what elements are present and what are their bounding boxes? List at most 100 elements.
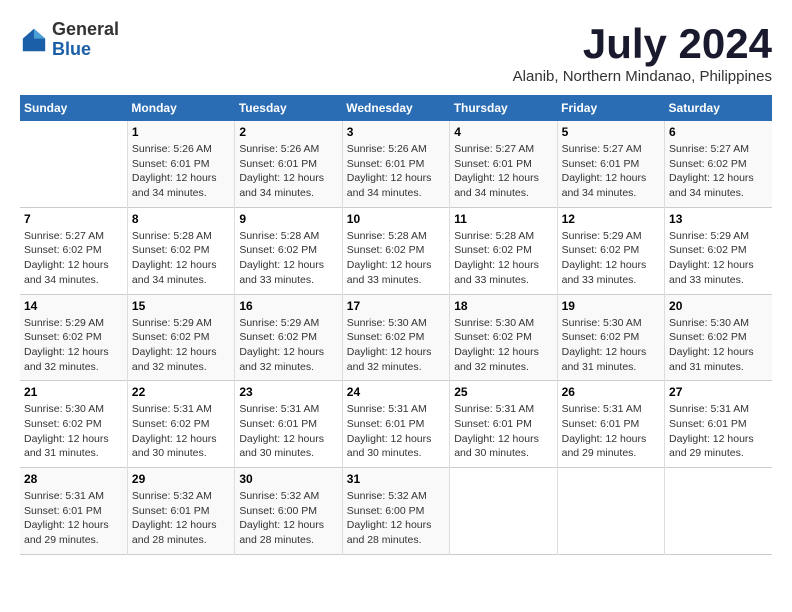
- day-info: Sunrise: 5:30 AM Sunset: 6:02 PM Dayligh…: [562, 316, 660, 375]
- day-info: Sunrise: 5:29 AM Sunset: 6:02 PM Dayligh…: [239, 316, 337, 375]
- day-info: Sunrise: 5:26 AM Sunset: 6:01 PM Dayligh…: [347, 142, 445, 201]
- calendar-cell: 24 Sunrise: 5:31 AM Sunset: 6:01 PM Dayl…: [342, 381, 449, 468]
- logo-icon: [20, 26, 48, 54]
- calendar-cell: [665, 468, 772, 555]
- day-number: 2: [239, 125, 337, 139]
- calendar-cell: 22 Sunrise: 5:31 AM Sunset: 6:02 PM Dayl…: [127, 381, 234, 468]
- header-row: Sunday Monday Tuesday Wednesday Thursday…: [20, 95, 772, 121]
- calendar-cell: 10 Sunrise: 5:28 AM Sunset: 6:02 PM Dayl…: [342, 207, 449, 294]
- calendar-week-2: 7 Sunrise: 5:27 AM Sunset: 6:02 PM Dayli…: [20, 207, 772, 294]
- logo: General Blue: [20, 20, 119, 60]
- col-friday: Friday: [557, 95, 664, 121]
- day-number: 30: [239, 472, 337, 486]
- calendar-cell: [20, 121, 127, 207]
- day-info: Sunrise: 5:26 AM Sunset: 6:01 PM Dayligh…: [239, 142, 337, 201]
- page-header: General Blue July 2024 Alanib, Northern …: [20, 20, 772, 85]
- calendar-cell: 13 Sunrise: 5:29 AM Sunset: 6:02 PM Dayl…: [665, 207, 772, 294]
- day-number: 3: [347, 125, 445, 139]
- calendar-cell: 7 Sunrise: 5:27 AM Sunset: 6:02 PM Dayli…: [20, 207, 127, 294]
- calendar-cell: [557, 468, 664, 555]
- subtitle: Alanib, Northern Mindanao, Philippines: [513, 68, 772, 85]
- day-number: 23: [239, 385, 337, 399]
- day-number: 31: [347, 472, 445, 486]
- calendar-cell: 12 Sunrise: 5:29 AM Sunset: 6:02 PM Dayl…: [557, 207, 664, 294]
- calendar-cell: 11 Sunrise: 5:28 AM Sunset: 6:02 PM Dayl…: [450, 207, 557, 294]
- col-wednesday: Wednesday: [342, 95, 449, 121]
- day-info: Sunrise: 5:28 AM Sunset: 6:02 PM Dayligh…: [454, 229, 552, 288]
- day-number: 24: [347, 385, 445, 399]
- day-info: Sunrise: 5:27 AM Sunset: 6:01 PM Dayligh…: [562, 142, 660, 201]
- day-number: 7: [24, 212, 123, 226]
- calendar-week-3: 14 Sunrise: 5:29 AM Sunset: 6:02 PM Dayl…: [20, 294, 772, 381]
- col-thursday: Thursday: [450, 95, 557, 121]
- day-info: Sunrise: 5:26 AM Sunset: 6:01 PM Dayligh…: [132, 142, 230, 201]
- day-info: Sunrise: 5:28 AM Sunset: 6:02 PM Dayligh…: [347, 229, 445, 288]
- day-number: 19: [562, 299, 660, 313]
- day-number: 10: [347, 212, 445, 226]
- day-info: Sunrise: 5:29 AM Sunset: 6:02 PM Dayligh…: [24, 316, 123, 375]
- day-info: Sunrise: 5:29 AM Sunset: 6:02 PM Dayligh…: [669, 229, 768, 288]
- logo-general: General: [52, 20, 119, 40]
- calendar-week-5: 28 Sunrise: 5:31 AM Sunset: 6:01 PM Dayl…: [20, 468, 772, 555]
- day-info: Sunrise: 5:27 AM Sunset: 6:02 PM Dayligh…: [669, 142, 768, 201]
- day-number: 17: [347, 299, 445, 313]
- day-info: Sunrise: 5:27 AM Sunset: 6:01 PM Dayligh…: [454, 142, 552, 201]
- calendar-cell: 19 Sunrise: 5:30 AM Sunset: 6:02 PM Dayl…: [557, 294, 664, 381]
- day-info: Sunrise: 5:27 AM Sunset: 6:02 PM Dayligh…: [24, 229, 123, 288]
- calendar-cell: 14 Sunrise: 5:29 AM Sunset: 6:02 PM Dayl…: [20, 294, 127, 381]
- day-info: Sunrise: 5:31 AM Sunset: 6:01 PM Dayligh…: [239, 402, 337, 461]
- day-info: Sunrise: 5:28 AM Sunset: 6:02 PM Dayligh…: [132, 229, 230, 288]
- col-saturday: Saturday: [665, 95, 772, 121]
- day-number: 29: [132, 472, 230, 486]
- day-number: 22: [132, 385, 230, 399]
- calendar-cell: 30 Sunrise: 5:32 AM Sunset: 6:00 PM Dayl…: [235, 468, 342, 555]
- title-section: July 2024 Alanib, Northern Mindanao, Phi…: [513, 20, 772, 85]
- day-number: 11: [454, 212, 552, 226]
- day-info: Sunrise: 5:32 AM Sunset: 6:00 PM Dayligh…: [347, 489, 445, 548]
- day-number: 6: [669, 125, 768, 139]
- day-info: Sunrise: 5:31 AM Sunset: 6:01 PM Dayligh…: [24, 489, 123, 548]
- calendar-cell: 15 Sunrise: 5:29 AM Sunset: 6:02 PM Dayl…: [127, 294, 234, 381]
- calendar-cell: 9 Sunrise: 5:28 AM Sunset: 6:02 PM Dayli…: [235, 207, 342, 294]
- logo-blue: Blue: [52, 40, 119, 60]
- calendar-cell: 8 Sunrise: 5:28 AM Sunset: 6:02 PM Dayli…: [127, 207, 234, 294]
- calendar-cell: 28 Sunrise: 5:31 AM Sunset: 6:01 PM Dayl…: [20, 468, 127, 555]
- day-info: Sunrise: 5:28 AM Sunset: 6:02 PM Dayligh…: [239, 229, 337, 288]
- day-number: 14: [24, 299, 123, 313]
- col-sunday: Sunday: [20, 95, 127, 121]
- day-number: 1: [132, 125, 230, 139]
- day-number: 28: [24, 472, 123, 486]
- calendar-cell: 16 Sunrise: 5:29 AM Sunset: 6:02 PM Dayl…: [235, 294, 342, 381]
- day-number: 15: [132, 299, 230, 313]
- day-number: 5: [562, 125, 660, 139]
- calendar-cell: 18 Sunrise: 5:30 AM Sunset: 6:02 PM Dayl…: [450, 294, 557, 381]
- day-info: Sunrise: 5:29 AM Sunset: 6:02 PM Dayligh…: [562, 229, 660, 288]
- day-number: 26: [562, 385, 660, 399]
- day-info: Sunrise: 5:32 AM Sunset: 6:01 PM Dayligh…: [132, 489, 230, 548]
- calendar-cell: 21 Sunrise: 5:30 AM Sunset: 6:02 PM Dayl…: [20, 381, 127, 468]
- day-number: 25: [454, 385, 552, 399]
- calendar-cell: 31 Sunrise: 5:32 AM Sunset: 6:00 PM Dayl…: [342, 468, 449, 555]
- calendar-table: Sunday Monday Tuesday Wednesday Thursday…: [20, 95, 772, 555]
- calendar-cell: 3 Sunrise: 5:26 AM Sunset: 6:01 PM Dayli…: [342, 121, 449, 207]
- calendar-cell: 17 Sunrise: 5:30 AM Sunset: 6:02 PM Dayl…: [342, 294, 449, 381]
- calendar-week-1: 1 Sunrise: 5:26 AM Sunset: 6:01 PM Dayli…: [20, 121, 772, 207]
- day-info: Sunrise: 5:31 AM Sunset: 6:01 PM Dayligh…: [347, 402, 445, 461]
- day-number: 13: [669, 212, 768, 226]
- calendar-cell: 20 Sunrise: 5:30 AM Sunset: 6:02 PM Dayl…: [665, 294, 772, 381]
- calendar-cell: [450, 468, 557, 555]
- day-info: Sunrise: 5:31 AM Sunset: 6:02 PM Dayligh…: [132, 402, 230, 461]
- day-number: 18: [454, 299, 552, 313]
- col-monday: Monday: [127, 95, 234, 121]
- day-number: 8: [132, 212, 230, 226]
- calendar-cell: 25 Sunrise: 5:31 AM Sunset: 6:01 PM Dayl…: [450, 381, 557, 468]
- calendar-cell: 29 Sunrise: 5:32 AM Sunset: 6:01 PM Dayl…: [127, 468, 234, 555]
- day-info: Sunrise: 5:30 AM Sunset: 6:02 PM Dayligh…: [669, 316, 768, 375]
- day-number: 12: [562, 212, 660, 226]
- day-info: Sunrise: 5:29 AM Sunset: 6:02 PM Dayligh…: [132, 316, 230, 375]
- day-number: 21: [24, 385, 123, 399]
- main-title: July 2024: [513, 20, 772, 68]
- calendar-cell: 26 Sunrise: 5:31 AM Sunset: 6:01 PM Dayl…: [557, 381, 664, 468]
- calendar-cell: 2 Sunrise: 5:26 AM Sunset: 6:01 PM Dayli…: [235, 121, 342, 207]
- day-info: Sunrise: 5:31 AM Sunset: 6:01 PM Dayligh…: [562, 402, 660, 461]
